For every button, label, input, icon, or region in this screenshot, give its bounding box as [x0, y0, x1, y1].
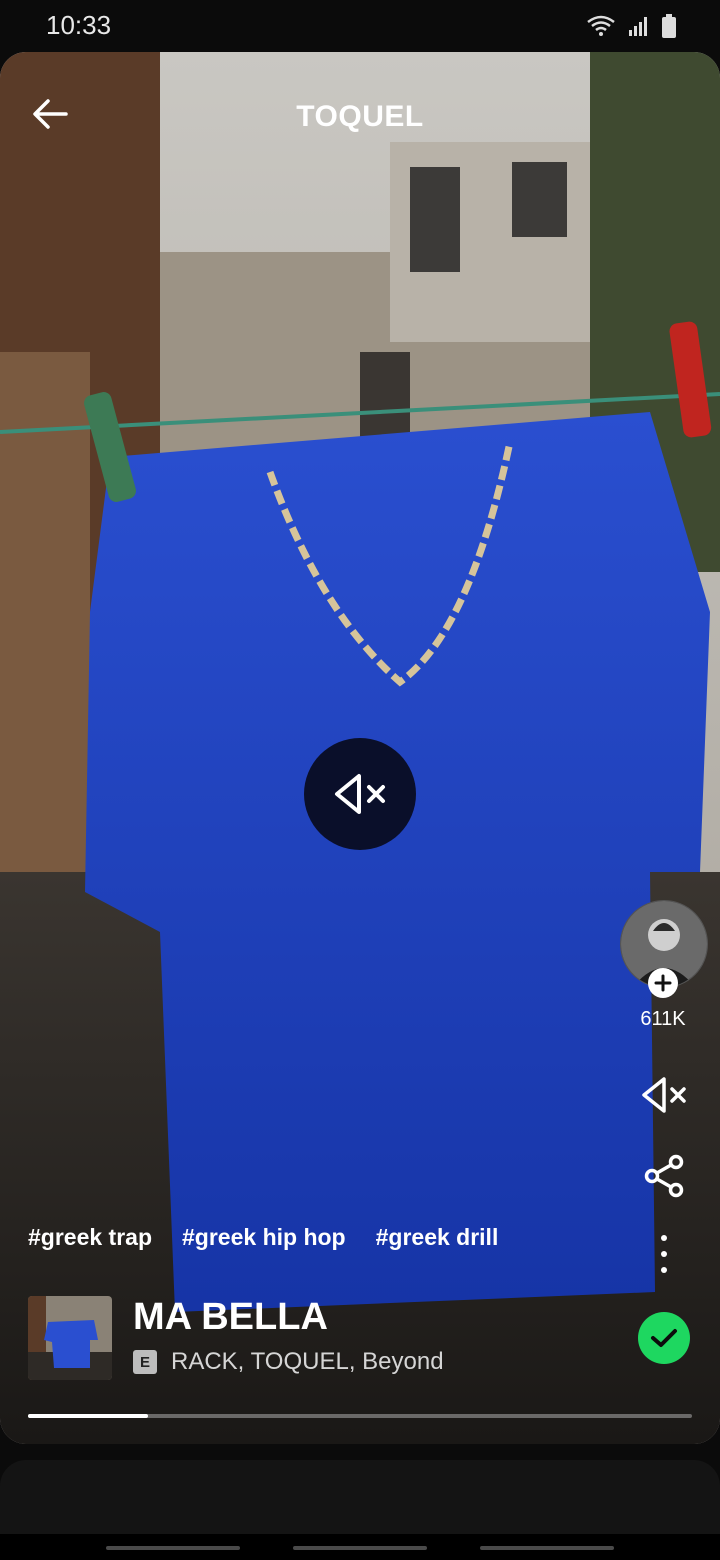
plus-icon: [654, 974, 672, 992]
track-artists[interactable]: RACK, TOQUEL, Beyond: [171, 1348, 444, 1376]
share-icon[interactable]: [642, 1154, 686, 1198]
saved-button[interactable]: [638, 1312, 690, 1364]
nav-back[interactable]: [480, 1546, 614, 1550]
center-mute-button[interactable]: [304, 738, 416, 850]
hashtag-list: #greek trap #greek hip hop #greek drill: [28, 1224, 498, 1251]
mute-icon[interactable]: [640, 1074, 688, 1116]
hashtag[interactable]: #greek hip hop: [182, 1224, 346, 1251]
check-icon: [651, 1329, 677, 1347]
explicit-badge: E: [133, 1350, 157, 1374]
battery-icon: [662, 14, 676, 38]
video-card[interactable]: TOQUEL 611K #greek trap #greek hip hop #…: [0, 52, 720, 1444]
hashtag[interactable]: #greek trap: [28, 1224, 152, 1251]
status-time: 10:33: [46, 10, 112, 40]
hashtag[interactable]: #greek drill: [376, 1224, 499, 1251]
thumbnail-image: [28, 1296, 112, 1380]
progress-fill: [28, 1414, 148, 1418]
status-icons: [586, 14, 676, 38]
follow-button[interactable]: [648, 968, 678, 998]
wifi-icon: [587, 15, 615, 36]
page-title: TOQUEL: [296, 100, 424, 133]
system-nav-bar: [0, 1534, 720, 1560]
mute-icon: [335, 774, 385, 814]
nav-home[interactable]: [293, 1546, 427, 1550]
track-title[interactable]: MA BELLA: [133, 1296, 328, 1339]
followers-count: 611K: [640, 1008, 686, 1030]
track-thumbnail[interactable]: [28, 1296, 112, 1380]
signal-icon: [629, 17, 647, 36]
more-vertical-icon[interactable]: [650, 1232, 678, 1276]
artists-row: E RACK, TOQUEL, Beyond: [133, 1348, 444, 1376]
progress-bar[interactable]: [28, 1414, 692, 1418]
status-bar: 10:33: [0, 0, 720, 52]
nav-recents[interactable]: [106, 1546, 240, 1550]
